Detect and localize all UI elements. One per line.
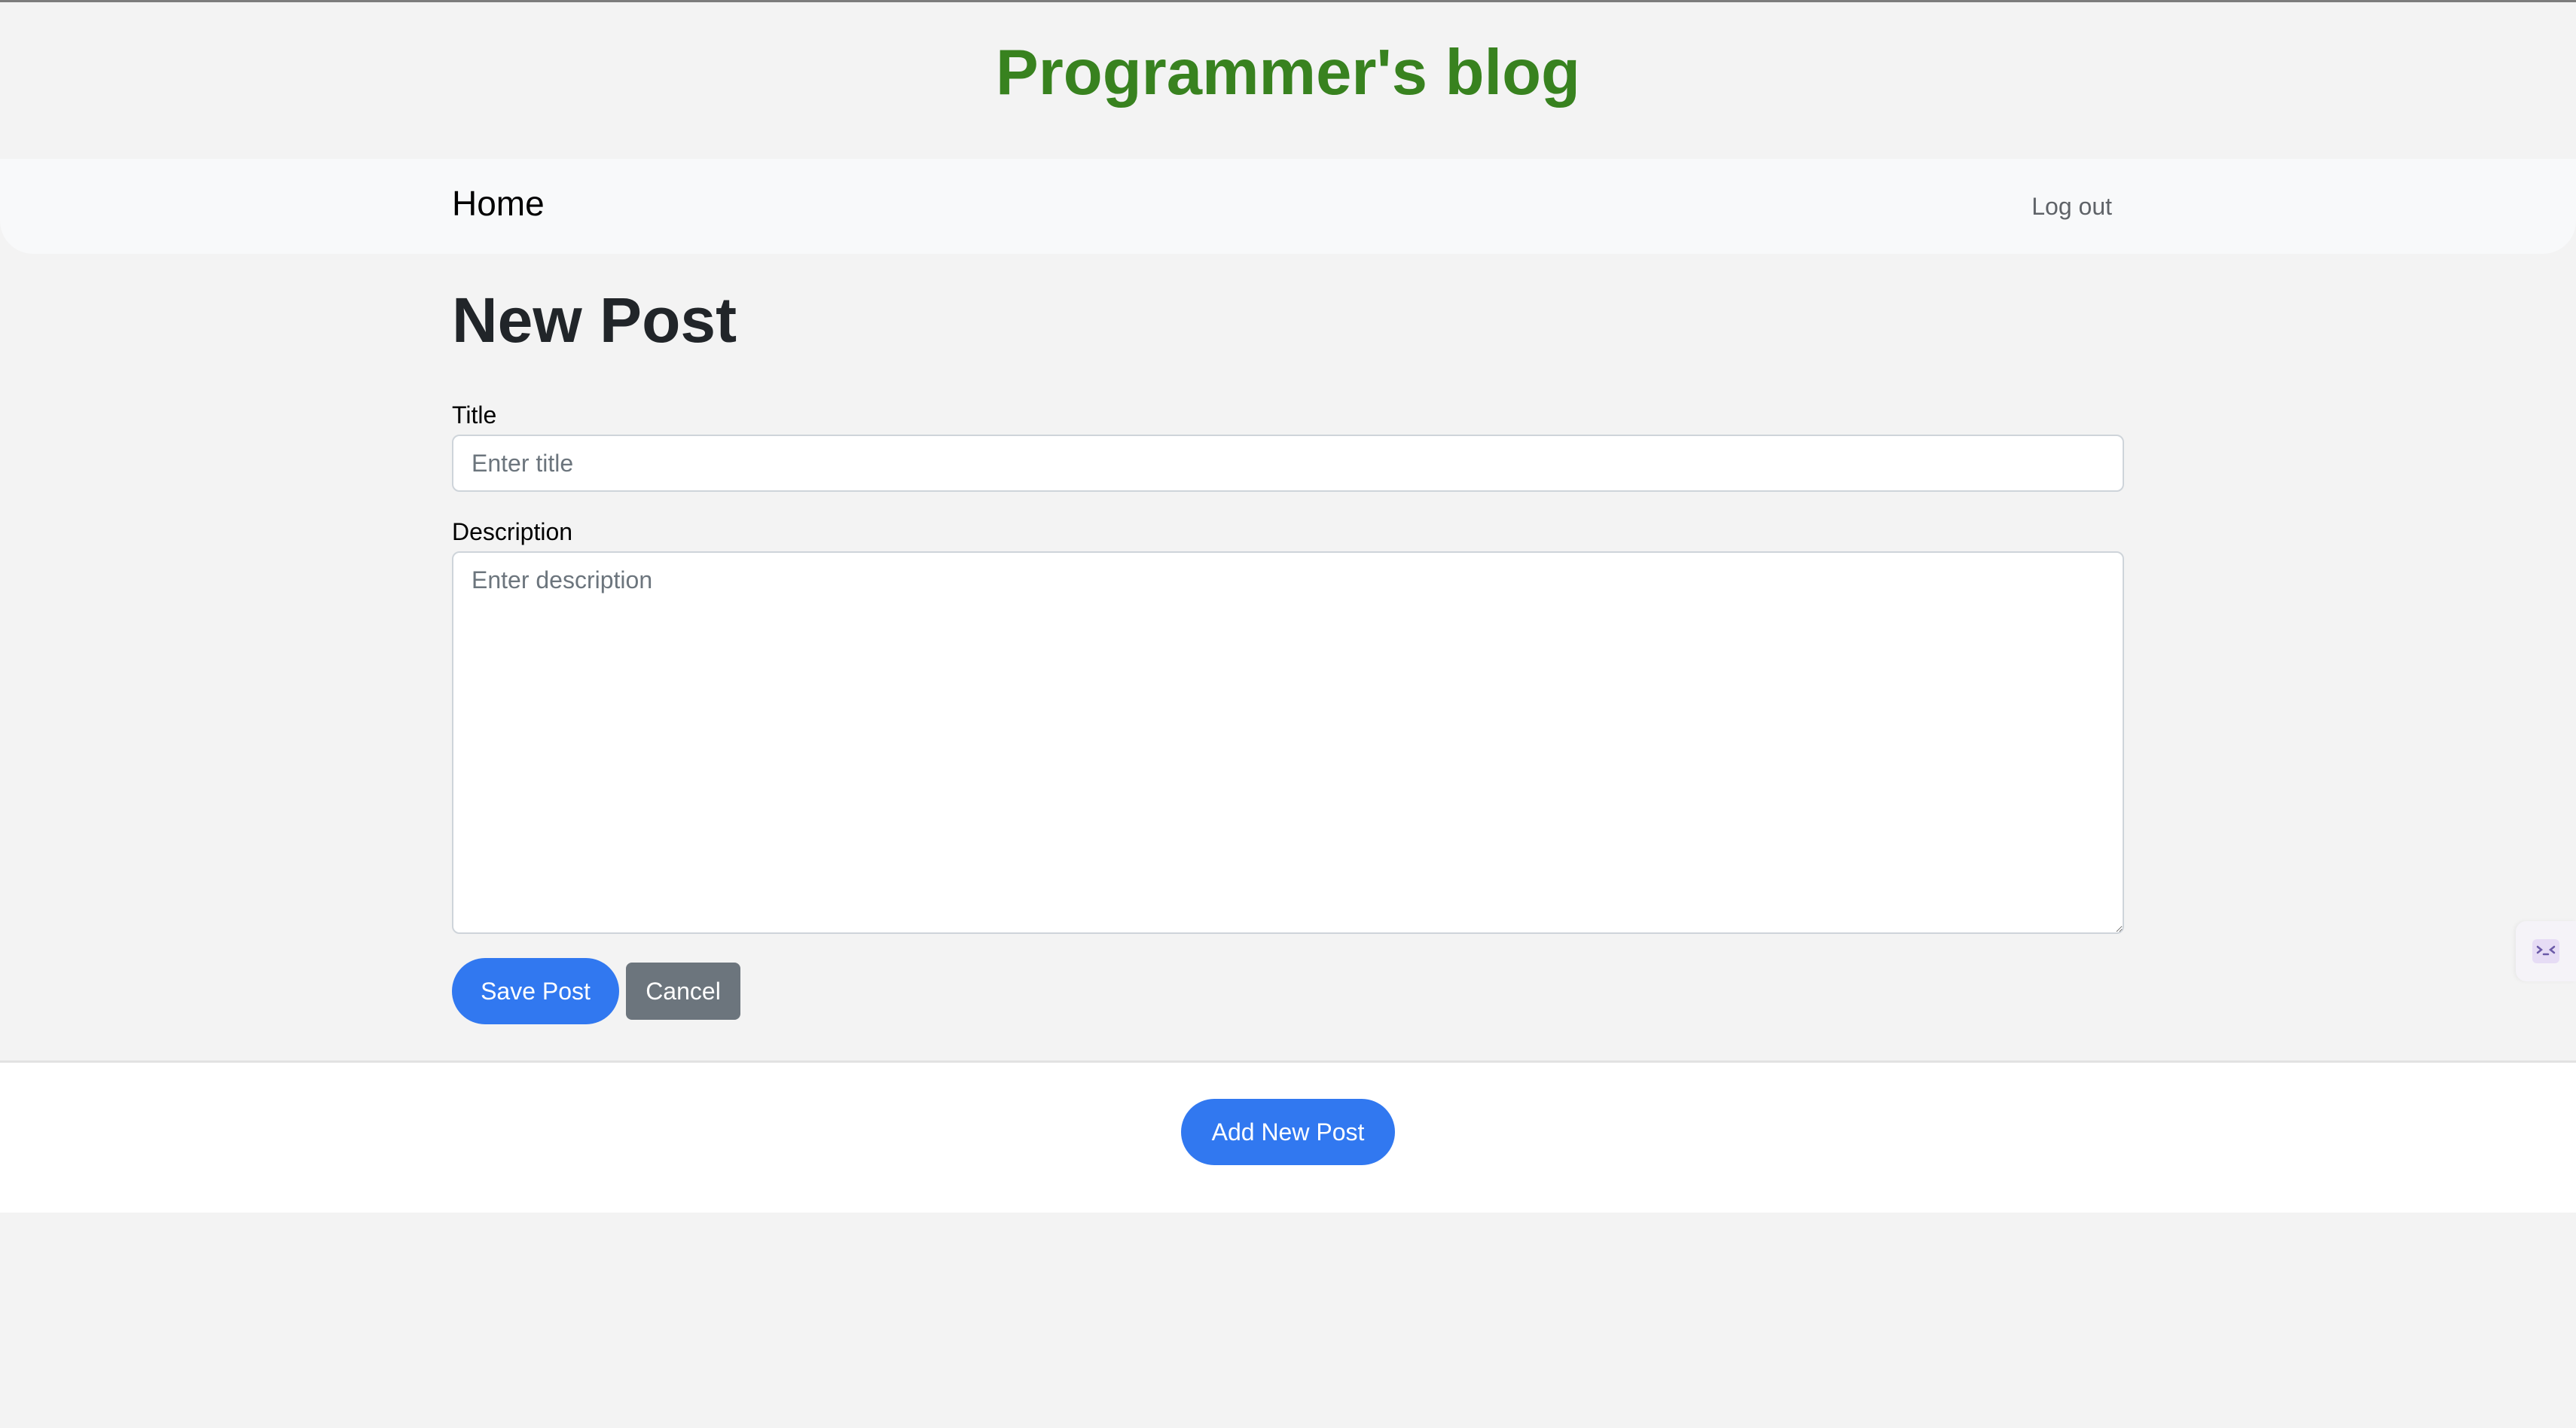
logout-link[interactable]: Log out (2031, 192, 2112, 221)
title-label: Title (452, 401, 497, 429)
site-header: Programmer's blog (0, 2, 2576, 158)
cancel-button[interactable]: Cancel (626, 963, 740, 1020)
description-textarea[interactable] (452, 551, 2124, 934)
new-post-form: New Post Title Description Save Post Can… (452, 285, 2124, 1024)
save-post-button[interactable]: Save Post (452, 958, 619, 1024)
description-label: Description (452, 518, 573, 545)
page: Programmer's blog Home Log out New Post … (0, 0, 2576, 1428)
assistant-widget-icon (2529, 936, 2562, 966)
add-new-post-button[interactable]: Add New Post (1181, 1099, 1395, 1165)
site-title: Programmer's blog (996, 37, 1580, 108)
navbar: Home Log out (0, 159, 2576, 254)
nav-home-link[interactable]: Home (452, 183, 545, 224)
page-title: New Post (452, 285, 737, 355)
footer-bar: Add New Post (0, 1060, 2576, 1213)
assistant-widget[interactable] (2516, 921, 2576, 981)
title-input[interactable] (452, 435, 2124, 492)
